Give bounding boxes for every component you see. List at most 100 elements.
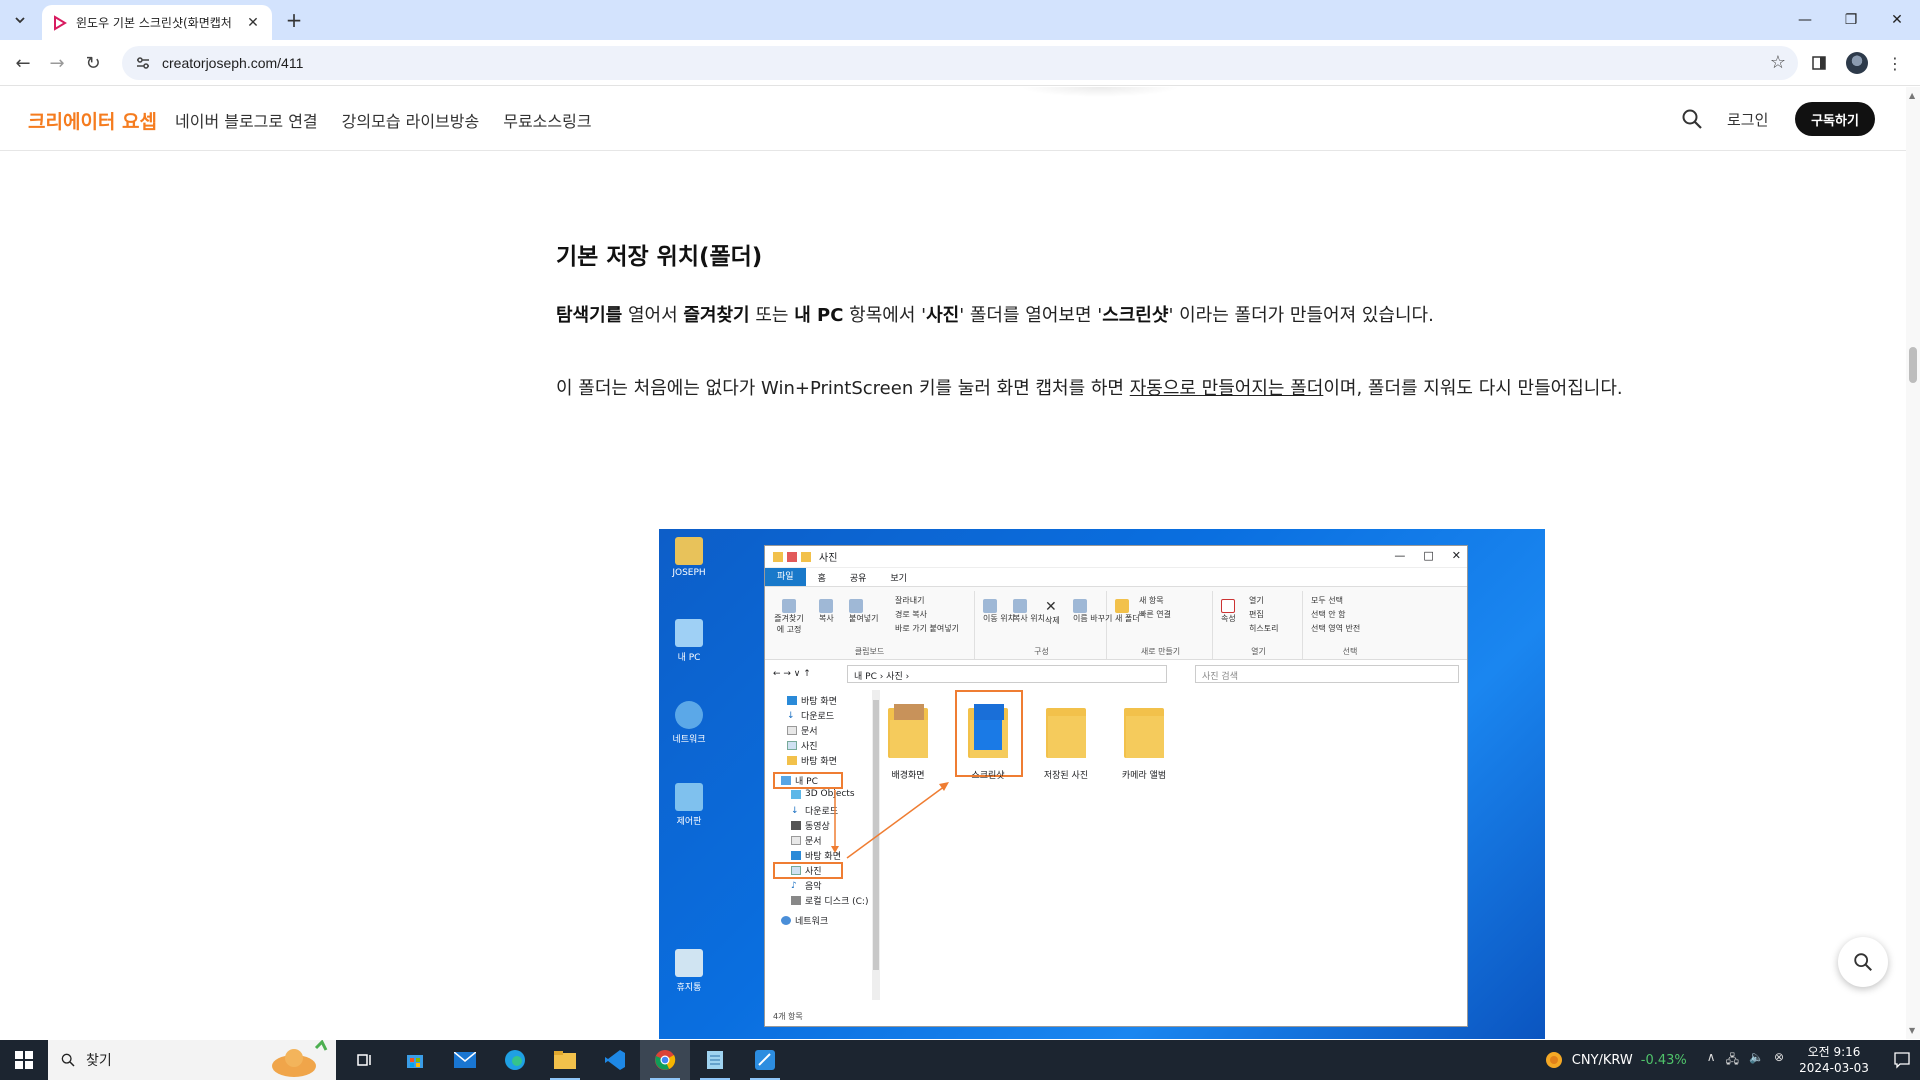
tab-search-button[interactable]	[6, 6, 34, 34]
snipping-tool-icon[interactable]	[740, 1040, 790, 1080]
floating-search-button[interactable]	[1838, 937, 1888, 987]
chrome-app-icon[interactable]	[640, 1040, 690, 1080]
text: 또는	[749, 305, 795, 326]
page-scrollbar[interactable]: ▲ ▼	[1906, 87, 1920, 1039]
text-strong: 탐색기를	[556, 305, 623, 326]
ribbon-cut: 잘라내기	[895, 596, 925, 605]
notepad-app-icon[interactable]	[690, 1040, 740, 1080]
ribbon-group-label: 구성	[1034, 647, 1049, 656]
desktop-icon-recycle-bin: 휴지통	[667, 949, 711, 993]
browser-tab[interactable]: 윈도우 기본 스크린샷(화면캡처 ✕	[42, 5, 272, 40]
mail-app-icon[interactable]	[440, 1040, 490, 1080]
back-button[interactable]: ←	[8, 48, 38, 78]
header-shadow	[1020, 87, 1180, 97]
ribbon-tab-share: 공유	[849, 573, 867, 584]
ribbon-invert-selection: 선택 영역 반전	[1311, 624, 1361, 633]
explorer-title: 사진	[819, 553, 838, 564]
screenshot-image: JOSEPH 내 PC 네트워크 제어판 휴지통 사진 — □ ✕ 파일 홈 공…	[659, 529, 1545, 1039]
taskbar-clock[interactable]: 오전 9:16 2024-03-03	[1798, 1044, 1870, 1076]
minimize-button[interactable]: —	[1782, 0, 1828, 40]
taskbar-search-box[interactable]: 찾기	[48, 1040, 336, 1080]
mute-indicator-icon[interactable]: ⊗	[1774, 1050, 1784, 1071]
text-underlined: 자동으로 만들어지는 폴더	[1129, 378, 1324, 399]
ribbon-group-new: 새 폴더 새 항목 빠른 연결 새로 만들기	[1109, 591, 1213, 659]
ribbon-pin: 즐겨찾기에 고정	[771, 599, 807, 635]
rename-icon	[1073, 599, 1087, 613]
file-explorer-window: 사진 — □ ✕ 파일 홈 공유 보기 즐겨찾기에 고정 복사 붙여넣기 잘라내기 …	[764, 545, 1468, 1027]
notification-center-icon[interactable]	[1884, 1040, 1920, 1080]
forward-button[interactable]: →	[42, 48, 72, 78]
section-heading: 기본 저장 위치(폴더)	[556, 244, 763, 270]
fx-widget[interactable]: CNY/KRW -0.43%	[1544, 1050, 1687, 1070]
search-highlight-tiger-icon	[272, 1040, 328, 1077]
ribbon-copy: 복사	[819, 599, 834, 624]
start-button[interactable]	[0, 1040, 48, 1080]
side-panel-icon[interactable]	[1804, 48, 1834, 78]
folder-label: 저장된 사진	[1043, 771, 1089, 781]
login-link[interactable]: 로그인	[1727, 109, 1768, 130]
folder-label: 스크린샷	[971, 771, 1005, 781]
text: 열어서	[622, 305, 684, 326]
folder-icon	[1122, 702, 1166, 762]
ribbon-edit: 편집	[1249, 610, 1264, 619]
ribbon-new-folder: 새 폴더	[1115, 599, 1140, 624]
search-icon[interactable]	[1680, 107, 1704, 131]
edge-browser-icon[interactable]	[490, 1040, 540, 1080]
volume-icon[interactable]: 🔈	[1749, 1050, 1764, 1071]
windows-logo-icon	[15, 1051, 33, 1069]
scroll-down-arrow-icon[interactable]: ▼	[1909, 1026, 1915, 1035]
bookmark-star-icon[interactable]: ☆	[1770, 52, 1786, 73]
store-app-icon[interactable]	[390, 1040, 440, 1080]
menu-kebab-icon[interactable]: ⋮	[1880, 48, 1910, 78]
text-strong: 내 PC	[794, 305, 844, 326]
subscribe-button[interactable]: 구독하기	[1795, 102, 1875, 136]
toolbar-right: ⋮	[1804, 48, 1910, 78]
desktop-icon-network: 네트워크	[667, 701, 711, 745]
desktop-icon-label: 네트워크	[672, 735, 706, 745]
explorer-address-row: ← → ∨ ↑ 내 PC › 사진 › 사진 검색	[765, 660, 1467, 688]
folder-icon	[886, 702, 930, 762]
address-bar[interactable]: creatorjoseph.com/411 ☆	[122, 46, 1798, 80]
network-icon[interactable]: 🖧	[1726, 1050, 1739, 1071]
scroll-up-arrow-icon[interactable]: ▲	[1909, 91, 1915, 100]
close-window-button[interactable]: ✕	[1874, 0, 1920, 40]
move-icon	[983, 599, 997, 613]
paragraph-1: 탐색기를 열어서 즐겨찾기 또는 내 PC 항목에서 '사진' 폴더를 열어보면…	[556, 297, 1636, 334]
text-strong: 즐겨찾기	[683, 305, 750, 326]
text: ' 이라는 폴더가 만들어져 있습니다.	[1168, 305, 1434, 326]
nav-link-live-broadcast[interactable]: 강의모습 라이브방송	[342, 108, 480, 132]
paragraph-2: 이 폴더는 처음에는 없다가 Win+PrintScreen 키를 눌러 화면 …	[556, 370, 1636, 407]
fx-change: -0.43%	[1640, 1052, 1687, 1068]
site-info-icon[interactable]	[134, 54, 152, 72]
delete-x-icon: ✕	[1045, 599, 1057, 615]
browser-toolbar: ← → ↻ creatorjoseph.com/411 ☆ ⋮	[0, 40, 1920, 86]
task-view-icon[interactable]	[340, 1040, 390, 1080]
file-explorer-app-icon[interactable]	[540, 1040, 590, 1080]
ribbon-group-open: 속성 열기 편집 히스토리 열기	[1215, 591, 1303, 659]
explorer-window-controls: — □ ✕	[1394, 549, 1461, 562]
reload-button[interactable]: ↻	[78, 48, 108, 78]
chevron-up-icon[interactable]: ∧	[1707, 1050, 1716, 1071]
ribbon-move-to: 이동 위치	[983, 599, 1015, 624]
pin-icon	[782, 599, 796, 613]
site-brand-logo[interactable]: 크리에이터 요셉	[28, 107, 157, 134]
nav-link-naver-blog[interactable]: 네이버 블로그로 연결	[175, 108, 318, 132]
profile-avatar[interactable]	[1842, 48, 1872, 78]
desktop-icon-label: JOSEPH	[672, 568, 706, 578]
web-page: 크리에이터 요셉 네이버 블로그로 연결 강의모습 라이브방송 무료소스링크 로…	[0, 87, 1906, 1039]
restore-button[interactable]: ❐	[1828, 0, 1874, 40]
copy-icon	[819, 599, 833, 613]
nav-link-free-sources[interactable]: 무료소스링크	[503, 108, 591, 132]
quick-access-icons	[773, 551, 811, 562]
scroll-thumb[interactable]	[1909, 347, 1917, 383]
user-folder-icon	[675, 537, 703, 565]
ribbon-group-label: 새로 만들기	[1140, 647, 1181, 656]
vscode-app-icon[interactable]	[590, 1040, 640, 1080]
desktop-icon-my-pc: 내 PC	[667, 619, 711, 663]
ribbon-group-organize: 이동 위치 복사 위치 ✕ 삭제 이름 바꾸기 구성	[977, 591, 1112, 659]
system-tray: CNY/KRW -0.43% ∧ 🖧 🔈 ⊗ 오전 9:16 2024-03-0…	[1544, 1040, 1920, 1080]
new-tab-button[interactable]: +	[280, 6, 308, 34]
text: 이며, 폴더를 지워도 다시 만들어집니다.	[1323, 378, 1623, 399]
tab-close-icon[interactable]: ✕	[244, 14, 262, 32]
fx-pair: CNY/KRW	[1571, 1052, 1633, 1068]
